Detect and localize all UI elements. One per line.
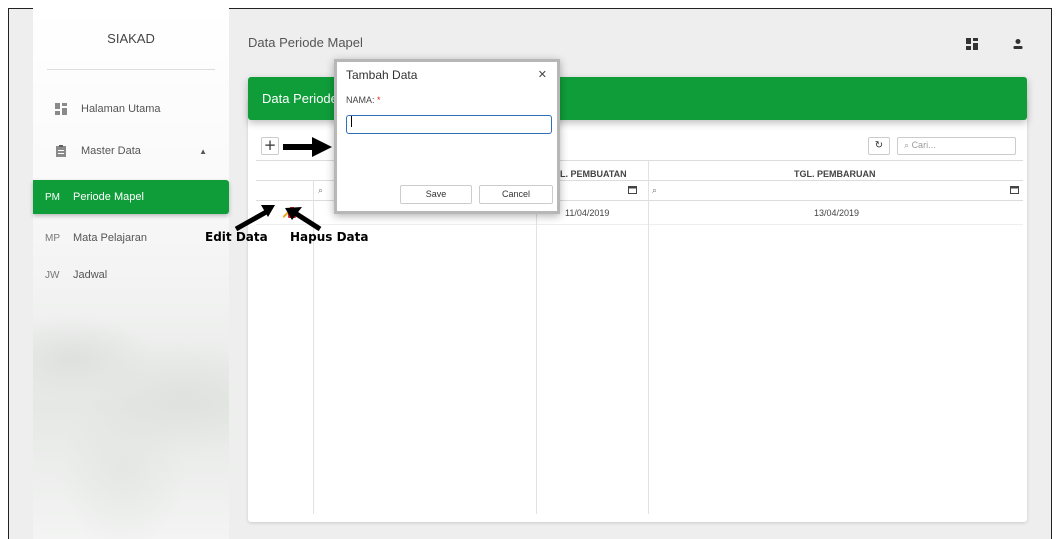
add-arrow <box>283 137 332 157</box>
required-mark: * <box>377 95 381 105</box>
delete-arrow <box>285 207 322 232</box>
add-data-dialog: Tambah Data ✕ NAMA: * Save Cancel <box>334 59 560 214</box>
save-button[interactable]: Save <box>400 185 472 204</box>
app-root: SIAKAD Halaman Utama Master Data ▲ PM Pe… <box>8 8 1052 539</box>
nama-input[interactable] <box>346 115 552 134</box>
delete-annotation: Hapus Data <box>290 230 369 244</box>
text-cursor <box>351 116 356 127</box>
edit-annotation: Edit Data <box>205 230 268 244</box>
nama-label: NAMA: * <box>346 95 381 105</box>
nama-label-text: NAMA: <box>346 95 375 105</box>
cancel-button[interactable]: Cancel <box>479 185 553 204</box>
close-icon[interactable]: ✕ <box>538 68 547 81</box>
edit-arrow <box>234 205 275 232</box>
dialog-title: Tambah Data <box>346 68 418 82</box>
